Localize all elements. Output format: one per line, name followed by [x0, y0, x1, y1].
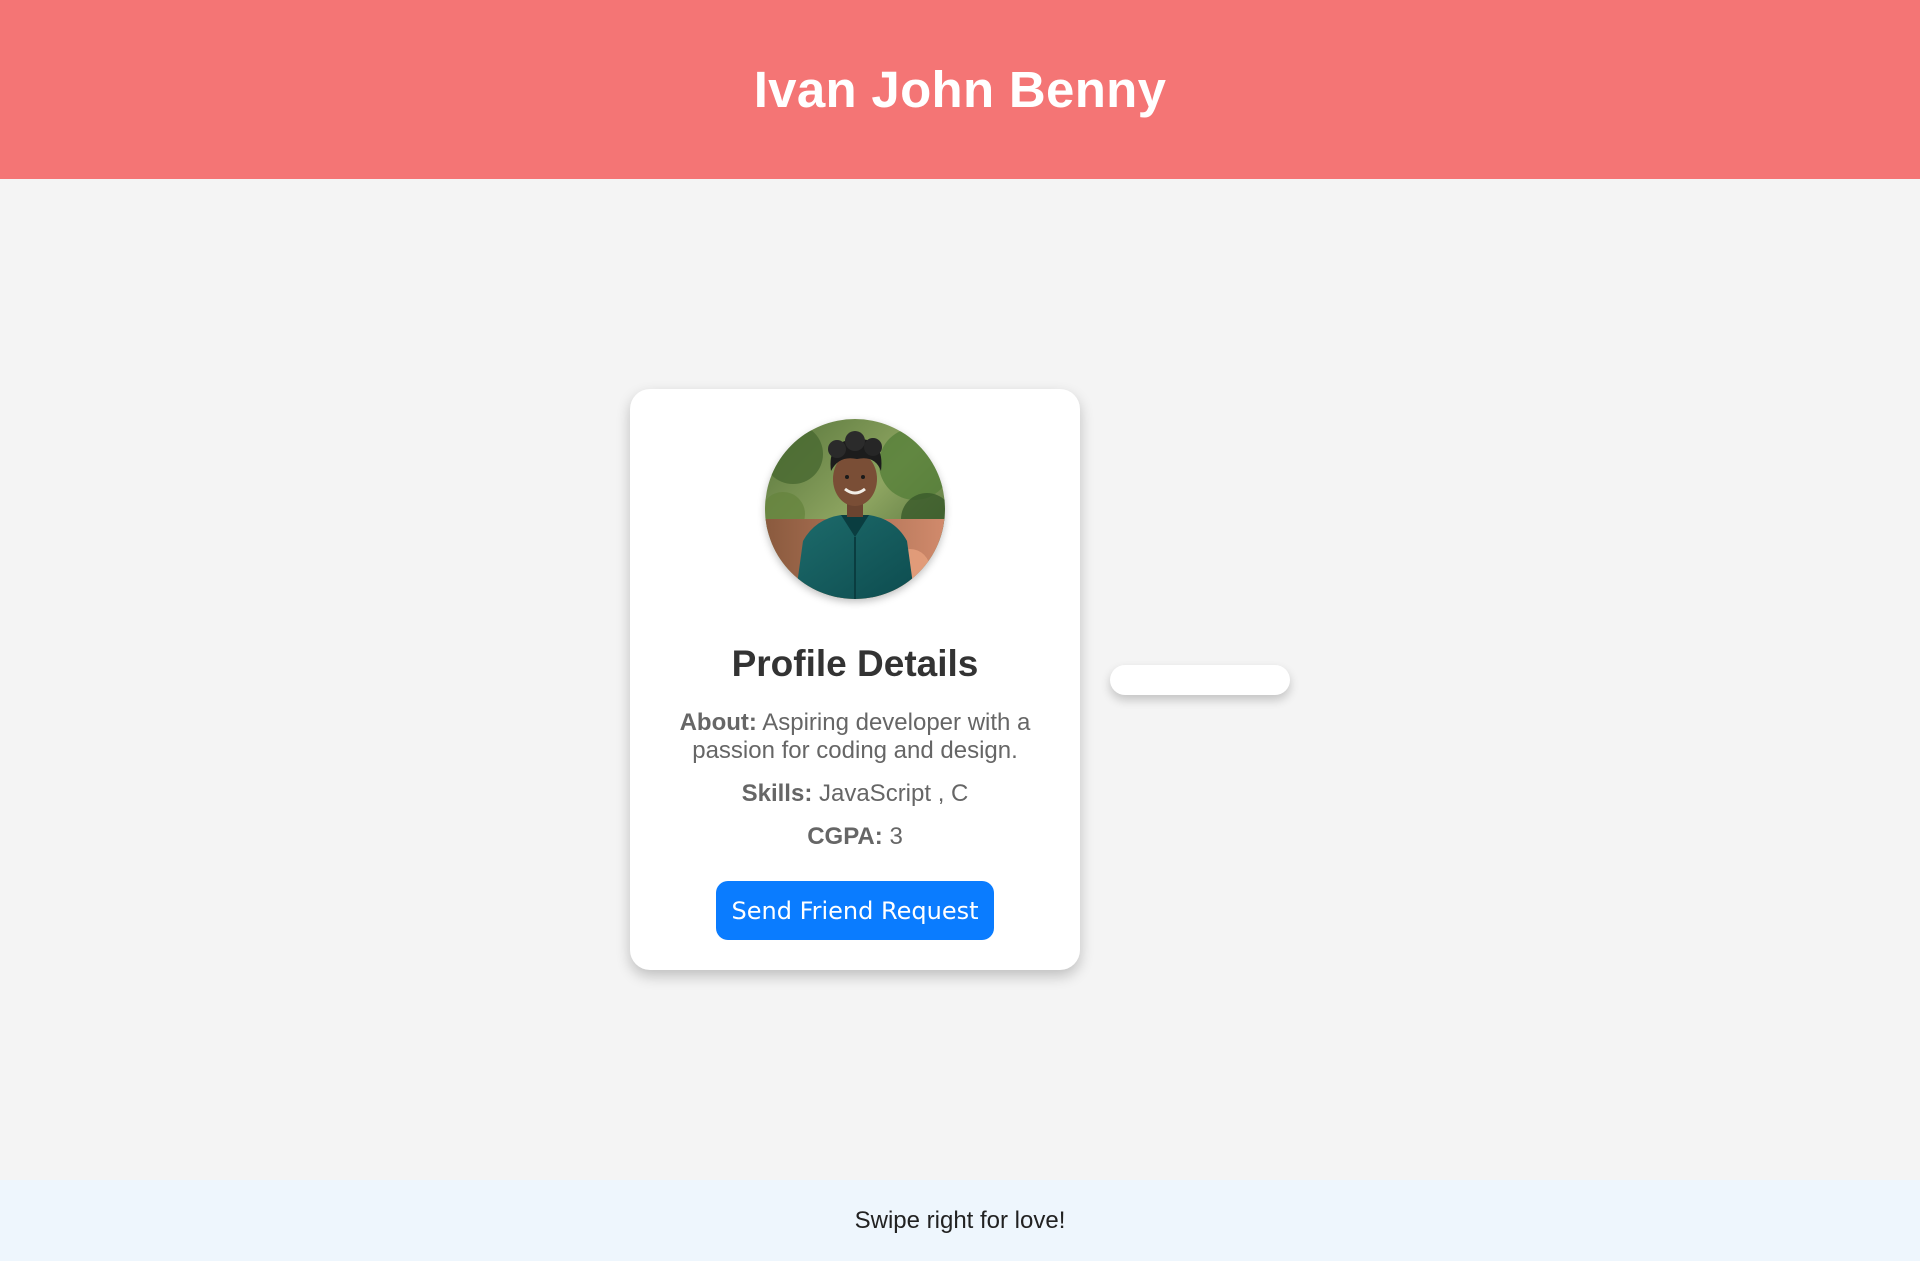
page-header: Ivan John Benny [0, 0, 1920, 179]
skills-text: JavaScript , C [818, 780, 969, 807]
send-friend-request-button[interactable]: Send Friend Request [716, 881, 994, 940]
skills-row: Skills: JavaScript , C [675, 780, 1035, 808]
avatar [765, 419, 945, 599]
profile-card: Profile Details About: Aspiring develope… [630, 389, 1080, 970]
empty-floating-card [1110, 665, 1290, 695]
profile-details-heading: Profile Details [731, 643, 979, 684]
cgpa-text: 3 [889, 823, 903, 850]
about-label: About: [679, 709, 757, 736]
page-title: Ivan John Benny [753, 61, 1167, 118]
cgpa-label: CGPA: [807, 823, 883, 850]
profile-photo [765, 419, 945, 599]
page: Ivan John Benny Profile Details About: A… [0, 0, 1920, 1261]
footer-text: Swipe right for love! [854, 1206, 1066, 1234]
page-footer: Swipe right for love! [0, 1180, 1920, 1261]
cgpa-row: CGPA: 3 [675, 823, 1035, 851]
skills-label: Skills: [741, 780, 813, 807]
about-row: About: Aspiring developer with a passion… [675, 709, 1035, 765]
